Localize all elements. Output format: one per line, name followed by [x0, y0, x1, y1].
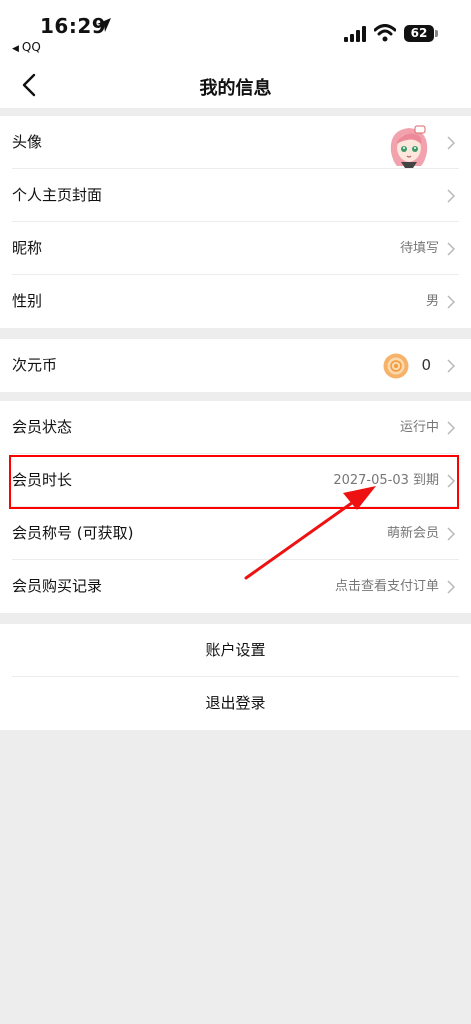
chevron-right-icon	[447, 189, 455, 203]
battery-tip	[435, 30, 438, 37]
member-purchase-row[interactable]: 会员购买记录 点击查看支付订单	[0, 560, 471, 613]
status-bar: 16:29 ◀ QQ 62	[0, 0, 471, 62]
member-title-row[interactable]: 会员称号 (可获取) 萌新会员	[0, 507, 471, 560]
cover-label: 个人主页封面	[12, 186, 103, 204]
back-to-app-link[interactable]: ◀ QQ	[12, 40, 41, 54]
gender-value: 男	[425, 294, 439, 309]
account-group: 账户设置 退出登录	[0, 624, 471, 730]
signal-icon	[344, 26, 366, 42]
chevron-right-icon	[447, 527, 455, 541]
avatar[interactable]	[385, 122, 433, 170]
chevron-right-icon	[447, 136, 455, 150]
wifi-icon	[374, 24, 396, 42]
logout-row[interactable]: 退出登录	[0, 677, 471, 730]
nav-bar: 我的信息	[0, 62, 471, 108]
member-title-label: 会员称号 (可获取)	[12, 524, 134, 542]
gender-row[interactable]: 性别 男	[0, 275, 471, 328]
logout-label: 退出登录	[205, 694, 266, 712]
nickname-row[interactable]: 昵称 待填写	[0, 222, 471, 275]
member-status-value: 运行中	[399, 420, 439, 435]
account-settings-row[interactable]: 账户设置	[0, 624, 471, 677]
member-status-label: 会员状态	[12, 418, 73, 436]
chevron-right-icon	[447, 295, 455, 309]
cover-row[interactable]: 个人主页封面	[0, 169, 471, 222]
avatar-row[interactable]: 头像	[0, 116, 471, 169]
coin-group: 次元币 0	[0, 339, 471, 392]
coin-row[interactable]: 次元币 0	[0, 339, 471, 392]
chevron-right-icon	[447, 580, 455, 594]
member-status-row[interactable]: 会员状态 运行中	[0, 401, 471, 454]
member-purchase-label: 会员购买记录	[12, 577, 103, 595]
coin-value: 0	[421, 356, 431, 374]
profile-group: 头像 个人主页封面 昵称 待填写 性别 男	[0, 116, 471, 328]
coin-label: 次元币	[12, 356, 58, 374]
gender-label: 性别	[12, 292, 43, 310]
chevron-right-icon	[447, 359, 455, 373]
highlight-box	[9, 455, 459, 509]
chevron-right-icon	[447, 421, 455, 435]
battery-icon: 62	[404, 25, 434, 42]
back-app-label: QQ	[21, 40, 41, 54]
avatar-label: 头像	[12, 133, 43, 151]
member-title-value: 萌新会员	[386, 526, 439, 541]
location-arrow-icon	[97, 18, 111, 32]
nickname-label: 昵称	[12, 239, 43, 257]
account-settings-label: 账户设置	[205, 641, 266, 659]
coin-icon	[383, 353, 409, 379]
nickname-value: 待填写	[399, 241, 439, 256]
page-title: 我的信息	[199, 78, 272, 99]
chevron-right-icon	[447, 242, 455, 256]
back-triangle-icon: ◀	[12, 44, 19, 54]
member-purchase-value: 点击查看支付订单	[334, 579, 439, 594]
